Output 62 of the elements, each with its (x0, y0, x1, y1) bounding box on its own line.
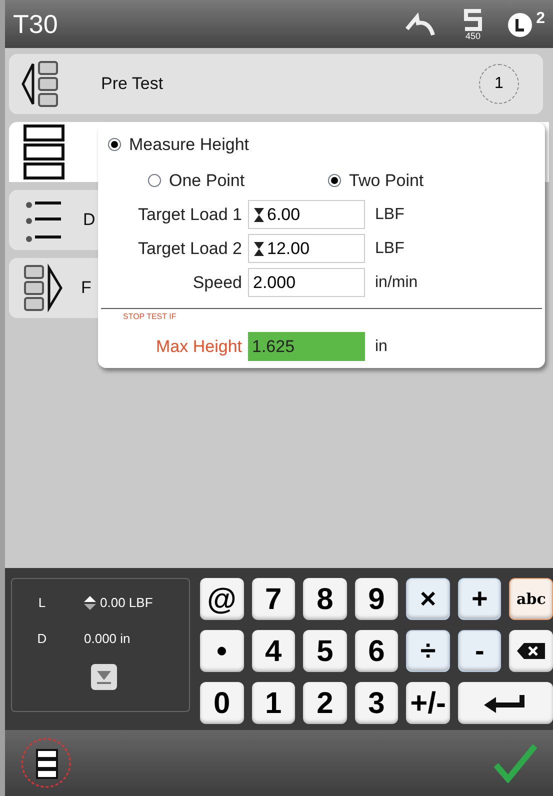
radio-label: Measure Height (129, 134, 250, 156)
radio-label: Two Point (349, 170, 424, 192)
letters-key[interactable]: abc (509, 578, 553, 620)
funnel-icon (96, 669, 112, 685)
step-label: D (83, 209, 96, 232)
operator-key[interactable]: + (458, 578, 502, 620)
readout-value: 0.000 in (84, 630, 130, 648)
radio-button[interactable] (328, 174, 341, 187)
axis-label: L (37, 594, 47, 612)
test-step[interactable]: Pre Test 1 (9, 54, 543, 114)
readout-value: 0.00 LBF (100, 594, 153, 612)
keypad-key[interactable]: 0 (200, 682, 244, 724)
unit-label: LBF (375, 238, 404, 258)
keypad-key[interactable]: • (200, 630, 244, 672)
keypad-key[interactable]: @ (200, 578, 244, 620)
axis-label: D (36, 630, 48, 648)
stacked-boxes-right-arrow-icon (21, 262, 65, 314)
keypad-key[interactable]: 8 (303, 578, 347, 620)
step-label: F (81, 277, 92, 300)
radio-label: One Point (169, 170, 245, 192)
radio-button[interactable] (108, 138, 121, 152)
operator-key[interactable]: ÷ (406, 630, 450, 672)
field-label: Target Load 1 (137, 204, 243, 226)
keypad-key[interactable]: 5 (303, 630, 347, 672)
backspace-key[interactable] (509, 630, 553, 672)
radio-button[interactable] (148, 174, 161, 187)
field-label: Max Height (155, 336, 243, 358)
step-count: 1 (479, 64, 519, 104)
unit-label: in (375, 336, 388, 356)
step-label: Pre Test (101, 73, 164, 96)
keypad-key[interactable]: 2 (303, 682, 347, 724)
s-icon[interactable] (463, 8, 483, 32)
operator-key[interactable]: - (458, 630, 502, 672)
keypad-key[interactable]: 9 (354, 578, 398, 620)
keypad-key[interactable]: +/- (406, 682, 450, 724)
unit-label: LBF (375, 204, 404, 224)
window-title: T30 (13, 8, 59, 40)
keypad-key[interactable]: 1 (252, 682, 296, 724)
keypad-key[interactable]: 6 (354, 630, 398, 672)
unit-label: in/min (375, 272, 418, 292)
backspace-icon (516, 642, 546, 660)
operator-key[interactable]: × (406, 578, 450, 620)
field-label: Target Load 2 (137, 238, 243, 260)
enter-key[interactable] (458, 682, 553, 724)
input-field[interactable]: 1.625 (248, 332, 365, 361)
up-down-icon (84, 596, 96, 610)
s-value: 450 (465, 32, 481, 40)
funnel-button[interactable] (90, 664, 116, 690)
field-label: Speed (192, 272, 243, 294)
hourglass-icon (253, 206, 265, 222)
stacked-pages-icon[interactable] (21, 738, 71, 788)
clock-l-icon[interactable] (507, 12, 533, 38)
checkmark-icon[interactable] (493, 743, 537, 783)
count-label: 2 (536, 9, 545, 29)
section-heading: STOP TEST IF (122, 311, 178, 323)
keypad-key[interactable]: 4 (252, 630, 296, 672)
input-field[interactable]: 12.00 (248, 234, 365, 263)
input-field[interactable]: 2.000 (248, 268, 365, 297)
hourglass-icon (253, 240, 265, 256)
keypad-key[interactable]: 7 (252, 578, 296, 620)
keypad-key[interactable]: 3 (354, 682, 398, 724)
input-field[interactable]: 6.00 (248, 200, 365, 229)
